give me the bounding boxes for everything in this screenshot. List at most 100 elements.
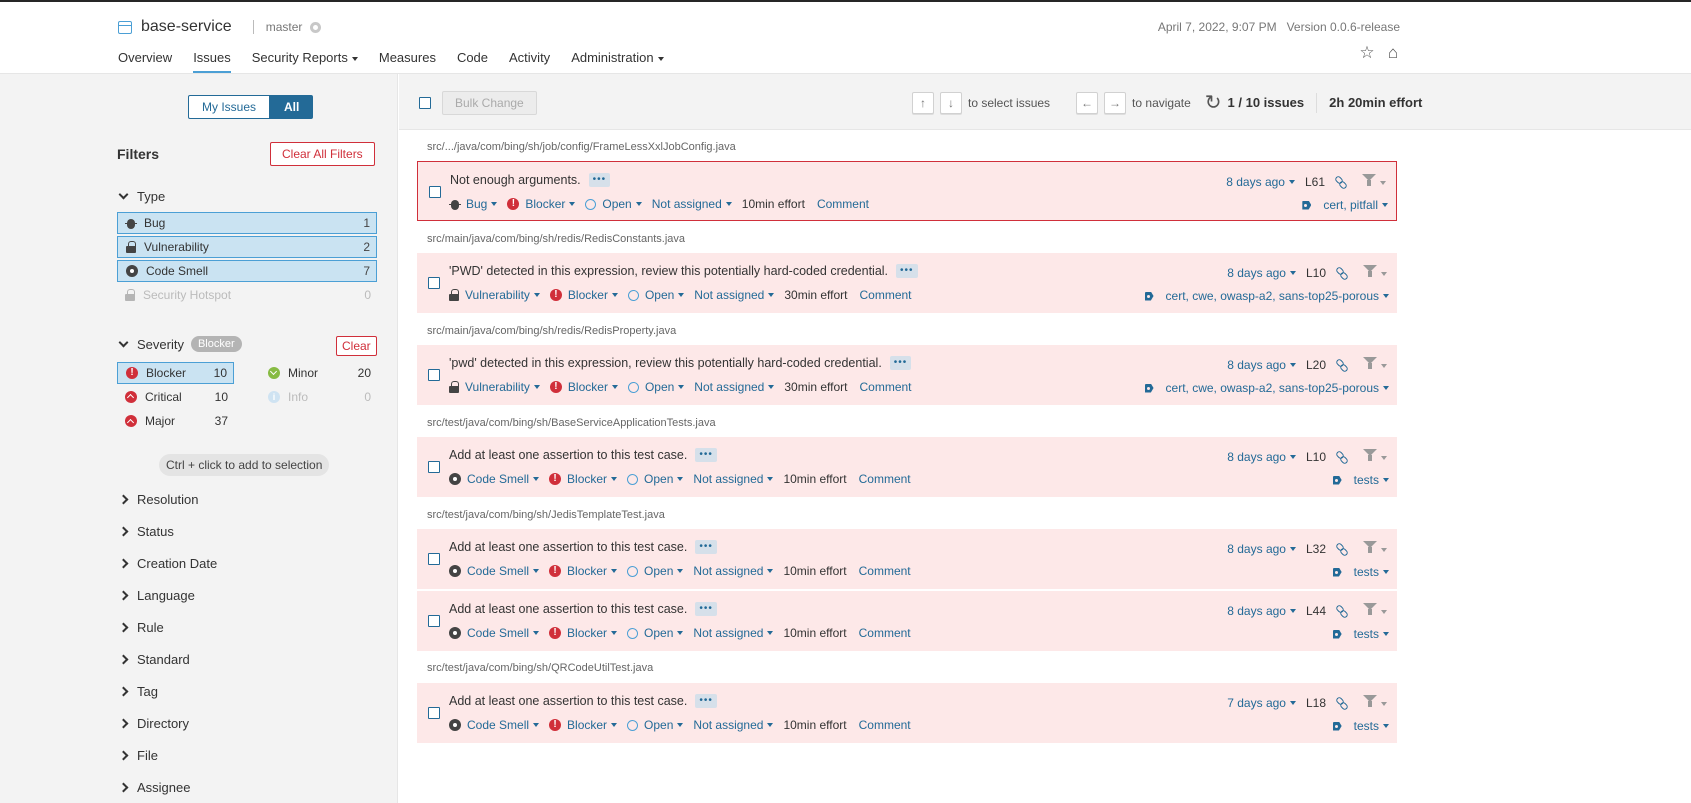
permalink-icon[interactable] [1336, 359, 1349, 371]
facet-standard[interactable]: Standard [118, 652, 190, 667]
issue-type-dropdown[interactable]: Vulnerability [449, 288, 540, 302]
nav-activity[interactable]: Activity [509, 50, 550, 73]
comment-link[interactable]: Comment [817, 197, 869, 211]
permalink-icon[interactable] [1335, 176, 1348, 188]
issue-assignee-dropdown[interactable]: Not assigned [694, 380, 775, 394]
branch-selector[interactable]: master [250, 20, 322, 34]
issue-type-dropdown[interactable]: Code Smell [449, 626, 540, 640]
facet-severity-header[interactable]: Severity Blocker [118, 336, 242, 352]
permalink-icon[interactable] [1336, 697, 1349, 709]
facet-file[interactable]: File [118, 748, 158, 763]
issue-age-dropdown[interactable]: 8 days ago [1227, 542, 1296, 556]
permalink-icon[interactable] [1336, 543, 1349, 555]
filter-similar-dropdown[interactable] [1363, 449, 1387, 464]
issue-message[interactable]: Add at least one assertion to this test … [449, 694, 687, 708]
issue-severity-dropdown[interactable]: Blocker [549, 718, 618, 732]
issue-tags-dropdown[interactable]: tests [1333, 719, 1389, 733]
nav-overview[interactable]: Overview [118, 50, 172, 73]
issue-assignee-dropdown[interactable]: Not assigned [693, 718, 774, 732]
home-icon[interactable]: ⌂ [1384, 44, 1402, 62]
project-name[interactable]: base-service [141, 18, 232, 36]
all-issues-button[interactable]: All [270, 95, 314, 119]
nav-code[interactable]: Code [457, 50, 488, 73]
more-icon[interactable]: ••• [695, 694, 717, 708]
more-icon[interactable]: ••• [695, 602, 717, 616]
issue-card[interactable]: 'PWD' detected in this expression, revie… [417, 253, 1397, 313]
issue-status-dropdown[interactable]: Open [585, 197, 642, 211]
severity-major-filter[interactable]: Major 37 [117, 410, 234, 432]
issue-card[interactable]: Add at least one assertion to this test … [417, 437, 1397, 497]
facet-directory[interactable]: Directory [118, 716, 189, 731]
issue-tags-dropdown[interactable]: cert, cwe, owasp-a2, sans-top25-porous [1145, 289, 1389, 303]
select-all-checkbox[interactable] [419, 97, 431, 109]
issue-message[interactable]: 'PWD' detected in this expression, revie… [449, 264, 888, 278]
issue-tags-dropdown[interactable]: tests [1333, 565, 1389, 579]
facet-assignee[interactable]: Assignee [118, 780, 190, 795]
issue-status-dropdown[interactable]: Open [627, 626, 684, 640]
issue-age-dropdown[interactable]: 7 days ago [1227, 696, 1296, 710]
more-icon[interactable]: ••• [896, 264, 918, 278]
issue-checkbox[interactable] [428, 553, 440, 565]
issue-severity-dropdown[interactable]: Blocker [549, 626, 618, 640]
filter-similar-dropdown[interactable] [1363, 357, 1387, 372]
issue-checkbox[interactable] [429, 186, 441, 198]
issue-assignee-dropdown[interactable]: Not assigned [693, 564, 774, 578]
issue-severity-dropdown[interactable]: Blocker [507, 197, 576, 211]
issue-message[interactable]: Add at least one assertion to this test … [449, 448, 687, 462]
nav-issues[interactable]: Issues [193, 50, 231, 73]
comment-link[interactable]: Comment [859, 472, 911, 486]
filter-similar-dropdown[interactable] [1363, 603, 1387, 618]
issue-card[interactable]: Add at least one assertion to this test … [417, 683, 1397, 743]
type-security-hotspot-filter[interactable]: Security Hotspot 0 [117, 284, 377, 306]
severity-minor-filter[interactable]: Minor 20 [260, 362, 377, 384]
facet-status[interactable]: Status [118, 524, 174, 539]
issue-checkbox[interactable] [428, 461, 440, 473]
star-icon[interactable]: ☆ [1358, 44, 1376, 62]
facet-creation-date[interactable]: Creation Date [118, 556, 217, 571]
issue-status-dropdown[interactable]: Open [627, 472, 684, 486]
issue-message[interactable]: Add at least one assertion to this test … [449, 540, 687, 554]
issue-severity-dropdown[interactable]: Blocker [549, 288, 618, 302]
more-icon[interactable]: ••• [889, 356, 912, 370]
clear-all-filters-button[interactable]: Clear All Filters [270, 142, 375, 166]
issue-assignee-dropdown[interactable]: Not assigned [693, 472, 774, 486]
issue-severity-dropdown[interactable]: Blocker [549, 380, 618, 394]
type-bug-filter[interactable]: Bug 1 [117, 212, 377, 234]
more-icon[interactable]: ••• [588, 173, 611, 187]
issue-severity-dropdown[interactable]: Blocker [549, 472, 618, 486]
issue-tags-dropdown[interactable]: tests [1333, 627, 1389, 641]
issue-tags-dropdown[interactable]: cert, cwe, owasp-a2, sans-top25-porous [1145, 381, 1389, 395]
severity-blocker-filter[interactable]: Blocker 10 [117, 362, 234, 384]
issue-message[interactable]: 'pwd' detected in this expression, revie… [449, 356, 882, 370]
issue-severity-dropdown[interactable]: Blocker [549, 564, 618, 578]
issue-checkbox[interactable] [428, 707, 440, 719]
clear-severity-button[interactable]: Clear [336, 336, 377, 356]
nav-security-reports[interactable]: Security Reports [252, 50, 358, 73]
issue-type-dropdown[interactable]: Bug [449, 197, 498, 211]
facet-rule[interactable]: Rule [118, 620, 164, 635]
filter-similar-dropdown[interactable] [1363, 541, 1387, 556]
issue-type-dropdown[interactable]: Code Smell [449, 472, 540, 486]
issue-checkbox[interactable] [428, 369, 440, 381]
issue-age-dropdown[interactable]: 8 days ago [1227, 604, 1296, 618]
more-icon[interactable]: ••• [695, 540, 717, 554]
issue-assignee-dropdown[interactable]: Not assigned [652, 197, 732, 211]
comment-link[interactable]: Comment [859, 626, 911, 640]
filter-similar-dropdown[interactable] [1362, 174, 1386, 189]
severity-critical-filter[interactable]: Critical 10 [117, 386, 234, 408]
issue-type-dropdown[interactable]: Vulnerability [449, 380, 540, 394]
comment-link[interactable]: Comment [860, 380, 912, 394]
facet-language[interactable]: Language [118, 588, 195, 603]
issue-checkbox[interactable] [428, 615, 440, 627]
severity-info-filter[interactable]: Info 0 [260, 386, 377, 408]
issue-type-dropdown[interactable]: Code Smell [449, 718, 540, 732]
comment-link[interactable]: Comment [859, 564, 911, 578]
reload-icon[interactable]: ↻ [1205, 90, 1222, 115]
permalink-icon[interactable] [1336, 267, 1349, 279]
facet-resolution[interactable]: Resolution [118, 492, 198, 507]
issue-age-dropdown[interactable]: 8 days ago [1227, 266, 1296, 280]
issue-card[interactable]: Add at least one assertion to this test … [417, 529, 1397, 589]
issue-message[interactable]: Not enough arguments. [450, 173, 581, 187]
issue-card[interactable]: Not enough arguments. ••• Bug Blocker Op… [417, 161, 1397, 221]
facet-tag[interactable]: Tag [118, 684, 158, 699]
